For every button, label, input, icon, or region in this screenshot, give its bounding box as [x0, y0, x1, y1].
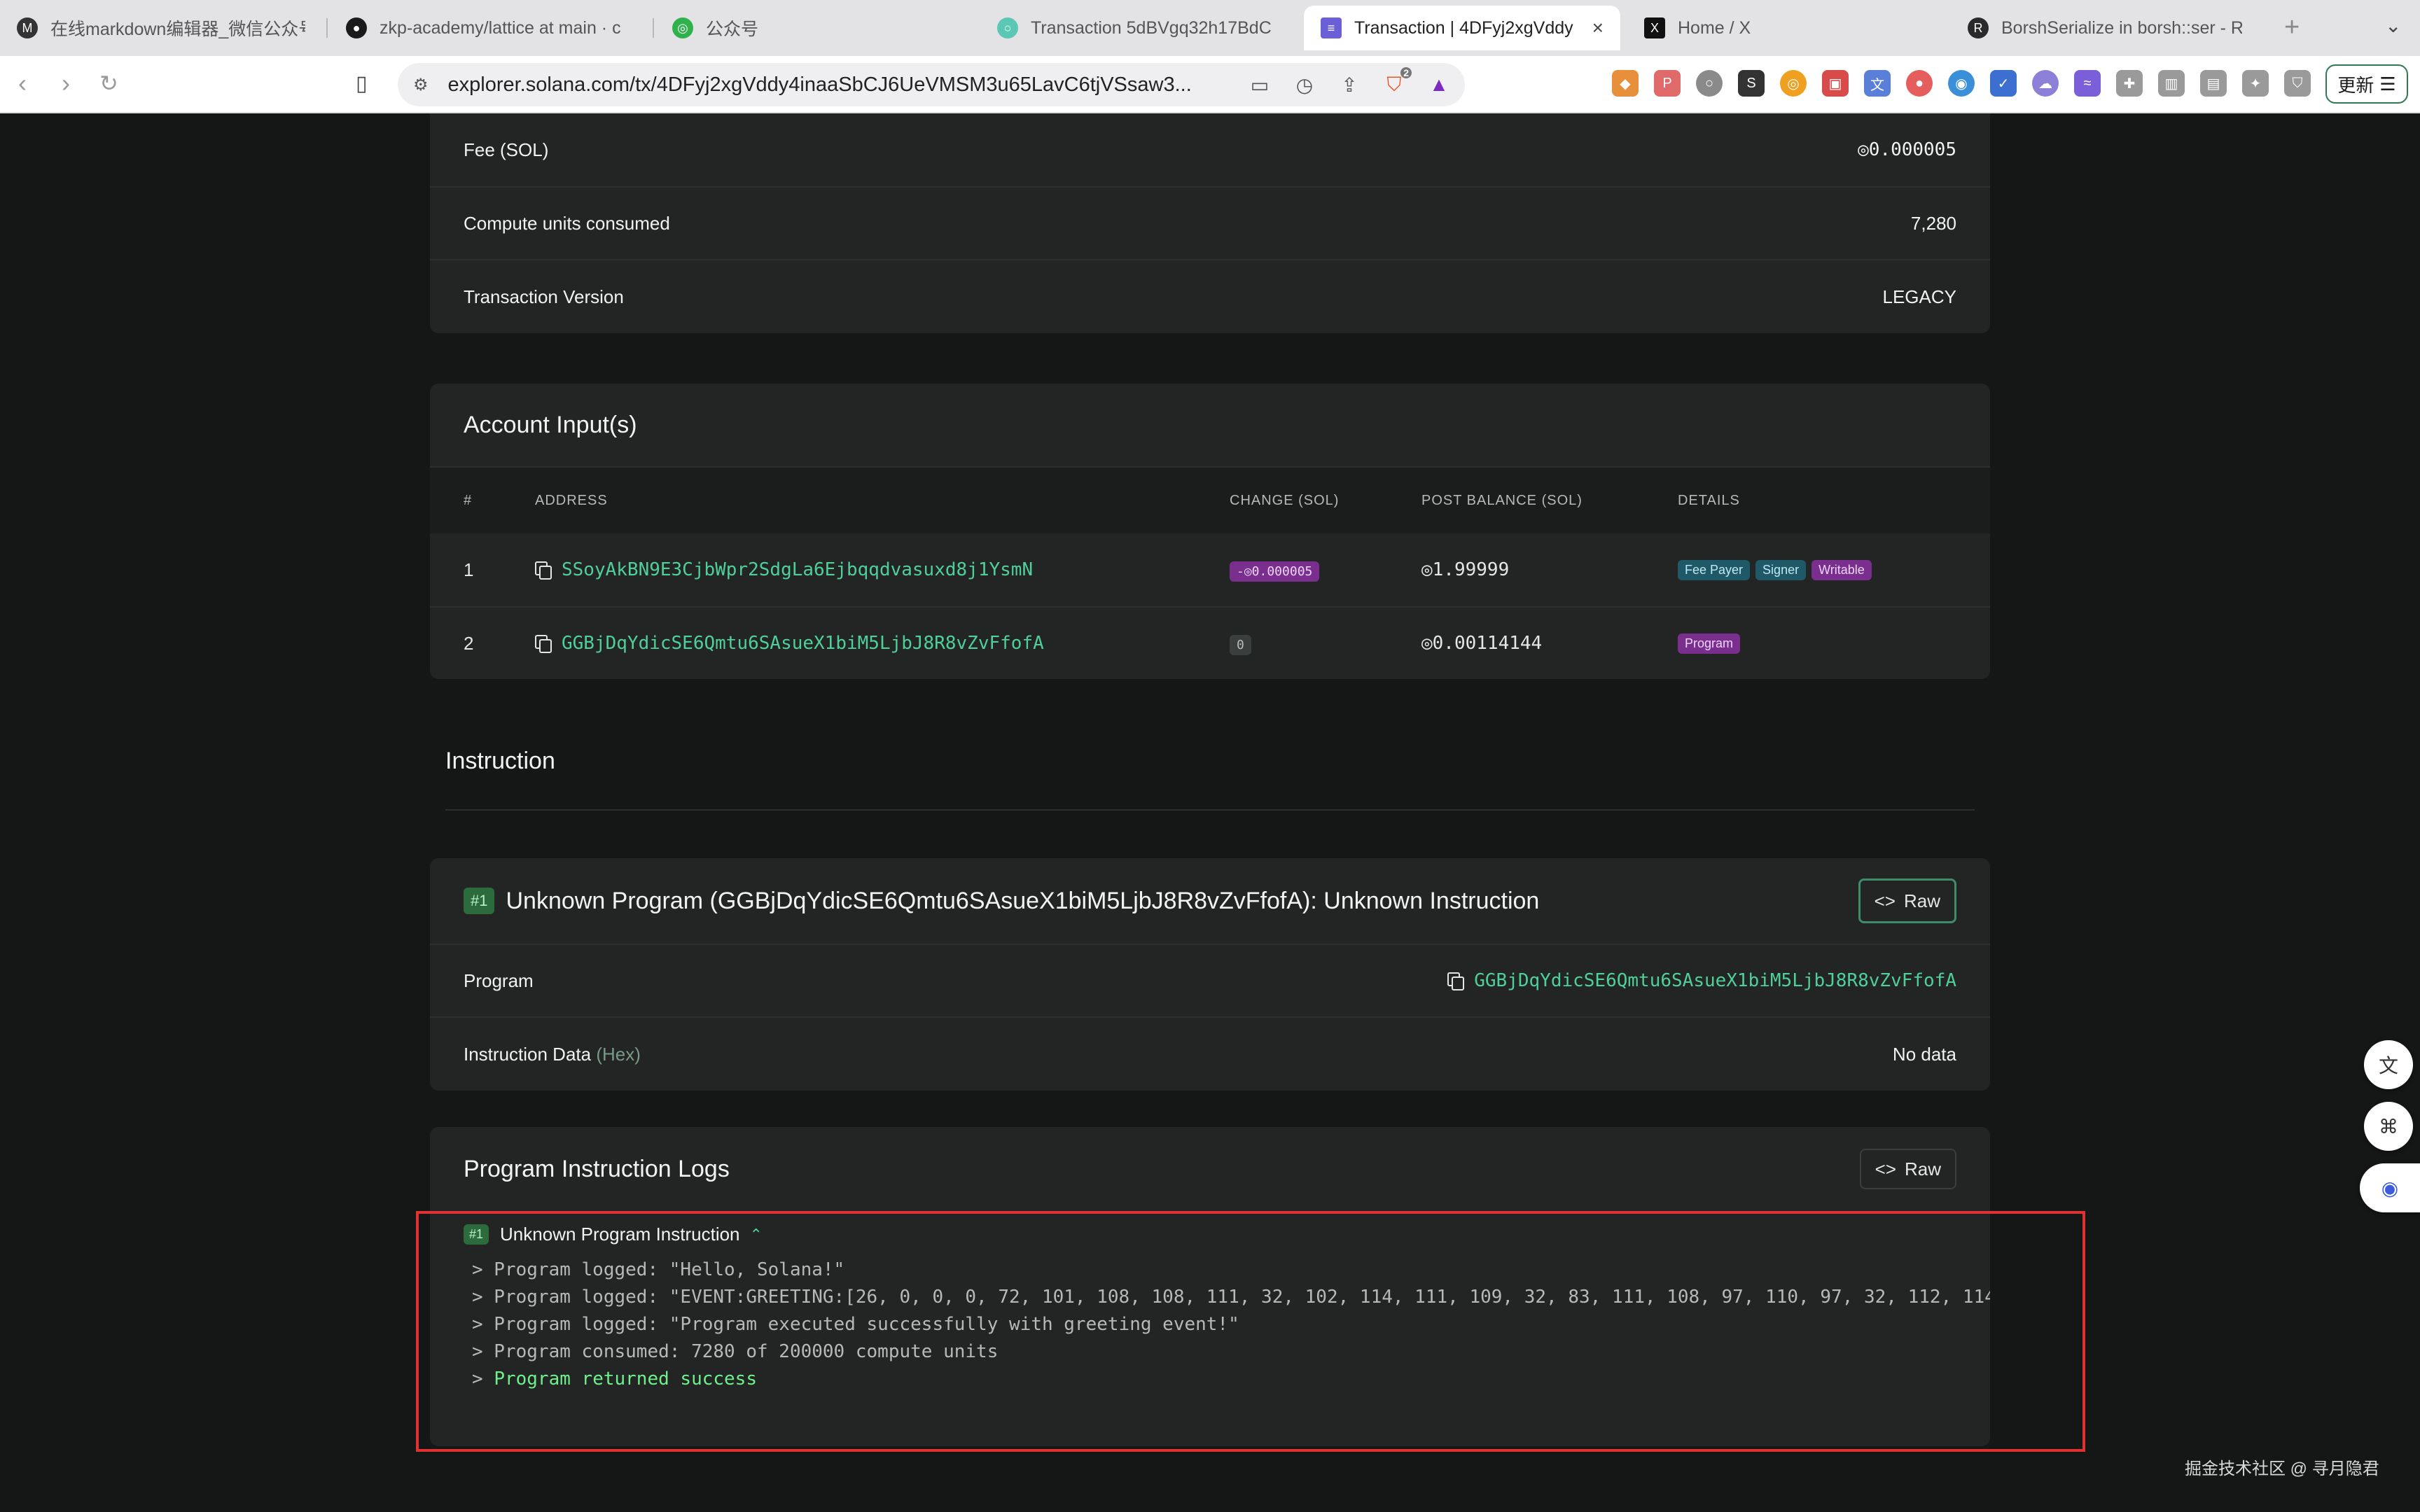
forward-icon[interactable]: › [62, 69, 70, 98]
extensions-bar: ◆ P ○ S ◎ ▣ 文 ● ◉ ✓ ☁ ≈ ✚ ▥ ▤ ✦ ⛉ [1612, 70, 2311, 97]
details-badges: Program [1678, 633, 1741, 654]
extension-s-icon[interactable]: S [1738, 70, 1765, 97]
watermark: 掘金技术社区 @ 寻月隐君 [2185, 1460, 2379, 1478]
metamask-icon[interactable]: ◆ [1612, 70, 1639, 97]
logs-raw-button[interactable]: <> Raw [1859, 1149, 1956, 1189]
account-address: SSoyAkBN9E3CjbWpr2SdgLa6Ejbqqdvasuxd8j1Y… [535, 559, 1230, 580]
table-row: 1 SSoyAkBN9E3CjbWpr2SdgLa6Ejbqqdvasuxd8j… [430, 533, 1990, 606]
update-button[interactable]: 更新 ☰ [2325, 64, 2408, 104]
hex-hint: (Hex) [596, 1043, 641, 1065]
tab-strip: M 在线markdown编辑器_微信公众号 ● zkp-academy/latt… [0, 0, 2420, 56]
sidebar-icon[interactable]: ▥ [2158, 70, 2185, 97]
vpn-shield-icon[interactable]: ⛉ [2284, 70, 2311, 97]
sparkle-icon[interactable]: ✦ [2242, 70, 2269, 97]
overview-row-version: Transaction Version LEGACY [464, 286, 1956, 307]
browser-tab-active[interactable]: ≡ Transaction | 4DFyj2xgVddy × [1304, 6, 1620, 50]
brave-shield-icon[interactable]: ⛉ 2 [1381, 67, 1412, 98]
instruction-title-row: #1 Unknown Program (GGBjDqYdicSE6Qmtu6SA… [430, 858, 1990, 945]
x-icon: X [1644, 18, 1665, 38]
copy-icon[interactable] [535, 561, 552, 580]
brave-rewards-icon[interactable]: ▲ [1426, 71, 1452, 98]
instruction-title: Unknown Program (GGBjDqYdicSE6Qmtu6SAsue… [506, 887, 1540, 914]
highlight-annotation [416, 1211, 2085, 1452]
cast-icon[interactable]: ▭ [1246, 71, 1273, 98]
change-badge: 0 [1230, 634, 1251, 655]
translate-fab-icon[interactable]: 文 [2364, 1040, 2413, 1089]
extension-blue-icon[interactable]: ◉ [1948, 70, 1975, 97]
assistant-fab-icon[interactable]: ◉ [2360, 1163, 2420, 1212]
program-badge: Program [1678, 633, 1741, 654]
account-inputs-title: Account Input(s) [430, 384, 1990, 468]
program-address-link[interactable]: GGBjDqYdicSE6Qmtu6SAsueX1biM5LjbJ8R8vZvF… [1474, 970, 1956, 991]
program-row: Program GGBjDqYdicSE6Qmtu6SAsueX1biM5Ljb… [430, 945, 1990, 1018]
browser-tab[interactable]: M 在线markdown编辑器_微信公众号 [0, 6, 322, 50]
instruction-number-badge: #1 [464, 888, 495, 914]
instruction-card: #1 Unknown Program (GGBjDqYdicSE6Qmtu6SA… [430, 858, 1990, 1091]
browser-tab[interactable]: X Home / X [1627, 6, 1935, 50]
solana-circle-icon: ○ [997, 18, 1018, 38]
new-tab-icon[interactable]: + [2284, 13, 2300, 43]
tab-separator [653, 18, 654, 38]
back-icon[interactable]: ‹ [18, 69, 27, 98]
md-icon: M [17, 18, 38, 38]
logs-title: Program Instruction Logs [464, 1155, 730, 1182]
extension-coin-icon[interactable]: ◎ [1780, 70, 1807, 97]
tab-separator [326, 18, 328, 38]
browser-toolbar: ‹ › ↻ ▯ ⚙ explorer.solana.com/tx/4DFyj2x… [0, 56, 2420, 113]
solana-icon: ≡ [1321, 18, 1342, 38]
overview-card: Fee (SOL) ◎0.000005 Compute units consum… [430, 113, 1990, 333]
account-address-link[interactable]: SSoyAkBN9E3CjbWpr2SdgLa6Ejbqqdvasuxd8j1Y… [562, 559, 1033, 580]
account-address: GGBjDqYdicSE6Qmtu6SAsueX1biM5LjbJ8R8vZvF… [535, 633, 1230, 654]
divider [445, 809, 1975, 811]
extension-cloud-icon[interactable]: ☁ [2032, 70, 2059, 97]
logs-title-row: Program Instruction Logs <> Raw [430, 1127, 1990, 1211]
writable-badge: Writable [1811, 559, 1872, 580]
site-settings-icon[interactable]: ⚙ [413, 75, 429, 95]
instruction-heading: Instruction [445, 748, 555, 774]
overview-row-compute: Compute units consumed 7,280 [430, 188, 1990, 260]
account-table-header: # ADDRESS CHANGE (SOL) POST BALANCE (SOL… [430, 468, 1990, 533]
menu-icon: ☰ [2379, 73, 2396, 94]
browser-tab[interactable]: ● zkp-academy/lattice at main · c [329, 6, 637, 50]
address-bar[interactable]: ⚙ explorer.solana.com/tx/4DFyj2xgVddy4in… [398, 63, 1465, 106]
extension-wave-icon[interactable]: ≈ [2074, 70, 2101, 97]
overview-row-fee: Fee (SOL) ◎0.000005 [430, 113, 1990, 188]
extension-check-icon[interactable]: ✓ [1990, 70, 2017, 97]
copy-icon[interactable] [535, 635, 552, 653]
translate-extension-icon[interactable]: 文 [1864, 70, 1891, 97]
share-icon[interactable]: ⇪ [1336, 71, 1363, 98]
github-icon: ● [346, 18, 367, 38]
instruction-data-row: Instruction Data (Hex) No data [464, 1043, 1956, 1065]
apps-fab-icon[interactable]: ⌘ [2364, 1102, 2413, 1151]
signer-badge: Signer [1755, 559, 1807, 580]
puzzle-icon[interactable]: ✚ [2116, 70, 2143, 97]
reload-icon[interactable]: ↻ [99, 70, 118, 97]
wechat-icon: ◎ [672, 18, 693, 38]
extension-circle-icon[interactable]: ○ [1696, 70, 1723, 97]
fee-payer-badge: Fee Payer [1678, 559, 1751, 580]
change-badge: -◎0.000005 [1230, 561, 1320, 582]
copy-icon[interactable] [1447, 972, 1465, 990]
browser-tab[interactable]: R BorshSerialize in borsh::ser - Ru [1951, 6, 2259, 50]
account-address-link[interactable]: GGBjDqYdicSE6Qmtu6SAsueX1biM5LjbJ8R8vZvF… [562, 633, 1044, 654]
raw-button[interactable]: <> Raw [1858, 878, 1956, 923]
bookmark-icon[interactable]: ▯ [356, 71, 368, 96]
extension-lock-icon[interactable]: ▣ [1822, 70, 1849, 97]
browser-tab[interactable]: ○ Transaction 5dBVgq32h17BdCX [980, 6, 1288, 50]
browser-tab[interactable]: ◎ 公众号 [655, 6, 964, 50]
page-content: Fee (SOL) ◎0.000005 Compute units consum… [0, 113, 2420, 1512]
code-icon: <> [1875, 1158, 1896, 1180]
wallet-icon[interactable]: ▤ [2200, 70, 2227, 97]
chevron-down-icon[interactable]: ⌄ [2385, 14, 2401, 37]
details-badges: Fee Payer Signer Writable [1678, 559, 1872, 580]
account-inputs-card: Account Input(s) # ADDRESS CHANGE (SOL) … [430, 384, 1990, 679]
code-icon: <> [1874, 890, 1896, 911]
extension-red-icon[interactable]: ● [1906, 70, 1933, 97]
close-icon[interactable]: × [1592, 17, 1604, 39]
rust-icon: R [1968, 18, 1989, 38]
history-icon[interactable]: ◷ [1291, 71, 1318, 98]
extension-p-icon[interactable]: P [1654, 70, 1681, 97]
table-row: 2 GGBjDqYdicSE6Qmtu6SAsueX1biM5LjbJ8R8vZ… [430, 606, 1990, 679]
